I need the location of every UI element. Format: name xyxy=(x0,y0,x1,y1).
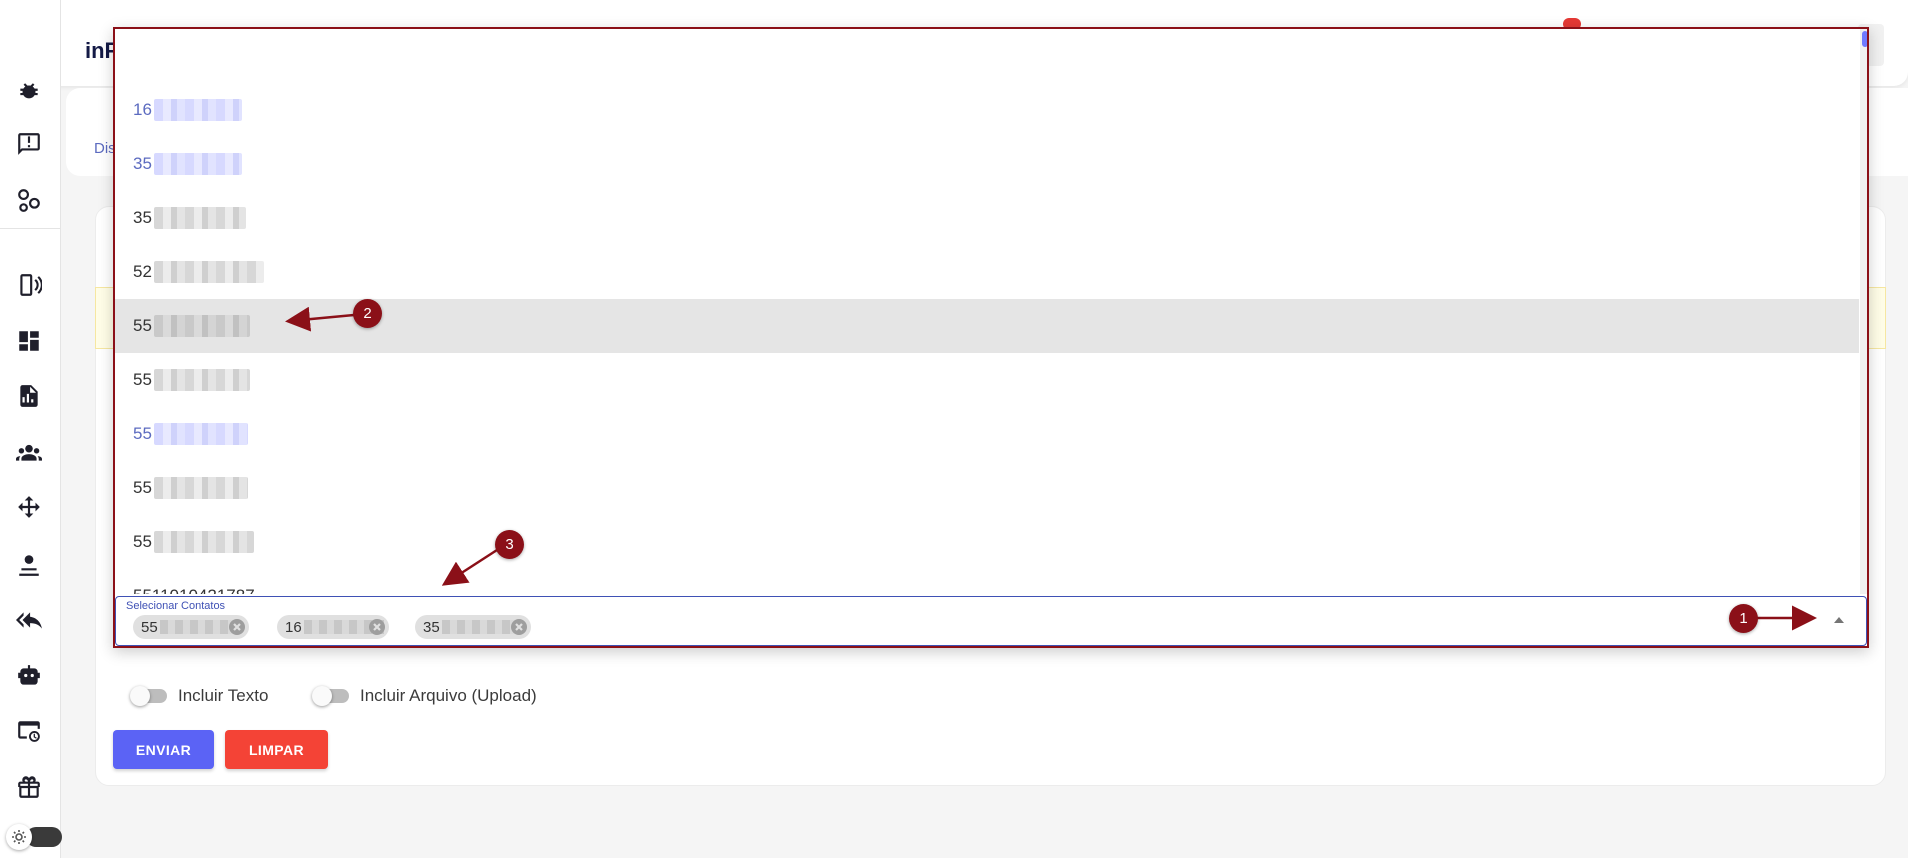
contact-option-label: 5511010421787 xyxy=(133,586,255,594)
chip-label: 16 xyxy=(285,618,302,636)
theme-toggle[interactable] xyxy=(6,824,62,850)
contact-option-label: 35 xyxy=(133,154,152,173)
chevron-up-icon[interactable] xyxy=(1834,617,1844,623)
contact-option-label: 52 xyxy=(133,262,152,281)
redacted-number xyxy=(153,531,254,553)
chip-remove-icon[interactable] xyxy=(511,619,527,635)
chip-remove-icon[interactable] xyxy=(369,619,385,635)
contact-option[interactable]: 35 xyxy=(115,137,1859,191)
redacted-number xyxy=(153,369,250,391)
redacted-number xyxy=(153,423,248,445)
connection-icon[interactable] xyxy=(14,270,44,300)
redacted-number xyxy=(153,207,246,229)
contact-option[interactable]: 55 xyxy=(115,461,1859,515)
send-button[interactable]: ENVIAR xyxy=(113,730,214,769)
contact-chip: 35 xyxy=(415,615,531,639)
include-file-toggle[interactable]: Incluir Arquivo (Upload) xyxy=(312,684,537,708)
contacts-select[interactable]: Selecionar Contatos 55 16 35 xyxy=(115,596,1867,646)
groups-icon[interactable] xyxy=(14,185,44,215)
contact-option-label: 35 xyxy=(133,208,152,227)
contact-option[interactable]: 55 xyxy=(115,407,1859,461)
reply-all-icon[interactable] xyxy=(14,605,44,635)
contact-option-label: 55 xyxy=(133,478,152,497)
chip-label: 55 xyxy=(141,618,158,636)
contact-option[interactable]: 55 xyxy=(115,353,1859,407)
contact-option[interactable]: 52 xyxy=(115,245,1859,299)
contact-option-label: 55 xyxy=(133,532,152,551)
redacted-number xyxy=(153,99,242,121)
contact-chip: 55 xyxy=(133,615,249,639)
include-file-label: Incluir Arquivo (Upload) xyxy=(360,686,537,705)
bot-icon[interactable] xyxy=(14,661,44,691)
contact-option-label: 16 xyxy=(133,100,152,119)
theme-toggle-icon xyxy=(6,824,32,850)
scrollbar-track[interactable] xyxy=(1860,29,1867,594)
sidebar xyxy=(0,0,62,858)
contacts-icon[interactable] xyxy=(14,438,44,468)
chip-label: 35 xyxy=(423,618,440,636)
switch[interactable] xyxy=(312,686,349,706)
include-text-label: Incluir Texto xyxy=(178,686,269,705)
annotation-marker-2: 2 xyxy=(353,299,382,328)
contact-option[interactable]: 35 xyxy=(115,191,1859,245)
scrollbar-thumb[interactable] xyxy=(1862,31,1867,47)
redacted-number xyxy=(153,153,242,175)
contact-option[interactable]: 16 xyxy=(115,83,1859,137)
contact-option[interactable]: 55 xyxy=(115,515,1859,569)
include-text-toggle[interactable]: Incluir Texto xyxy=(130,684,268,708)
dashboard-icon[interactable] xyxy=(14,326,44,356)
annotation-marker-1: 1 xyxy=(1729,604,1758,633)
report-icon[interactable] xyxy=(14,381,44,411)
feedback-icon[interactable] xyxy=(14,129,44,159)
switch[interactable] xyxy=(130,686,167,706)
queue-icon[interactable] xyxy=(14,550,44,580)
select-contacts-label: Selecionar Contatos xyxy=(126,600,226,612)
clear-button[interactable]: LIMPAR xyxy=(225,730,328,769)
contact-option-label: 55 xyxy=(133,424,152,443)
annotation-marker-3: 3 xyxy=(495,530,524,559)
schedule-icon[interactable] xyxy=(14,716,44,746)
contact-option-label: 55 xyxy=(133,370,152,389)
gift-icon[interactable] xyxy=(14,772,44,802)
contact-chip: 16 xyxy=(277,615,389,639)
chip-remove-icon[interactable] xyxy=(229,619,245,635)
redacted-number xyxy=(153,315,250,337)
redacted-number xyxy=(153,477,248,499)
contact-option-label: 55 xyxy=(133,316,152,335)
contact-option[interactable]: 5511010421787 xyxy=(115,569,1859,594)
move-icon[interactable] xyxy=(14,492,44,522)
contacts-dropdown: 1635355255555555555511010421787 Selecion… xyxy=(113,27,1869,648)
redacted-number xyxy=(153,261,264,283)
bug-icon[interactable] xyxy=(14,78,44,108)
